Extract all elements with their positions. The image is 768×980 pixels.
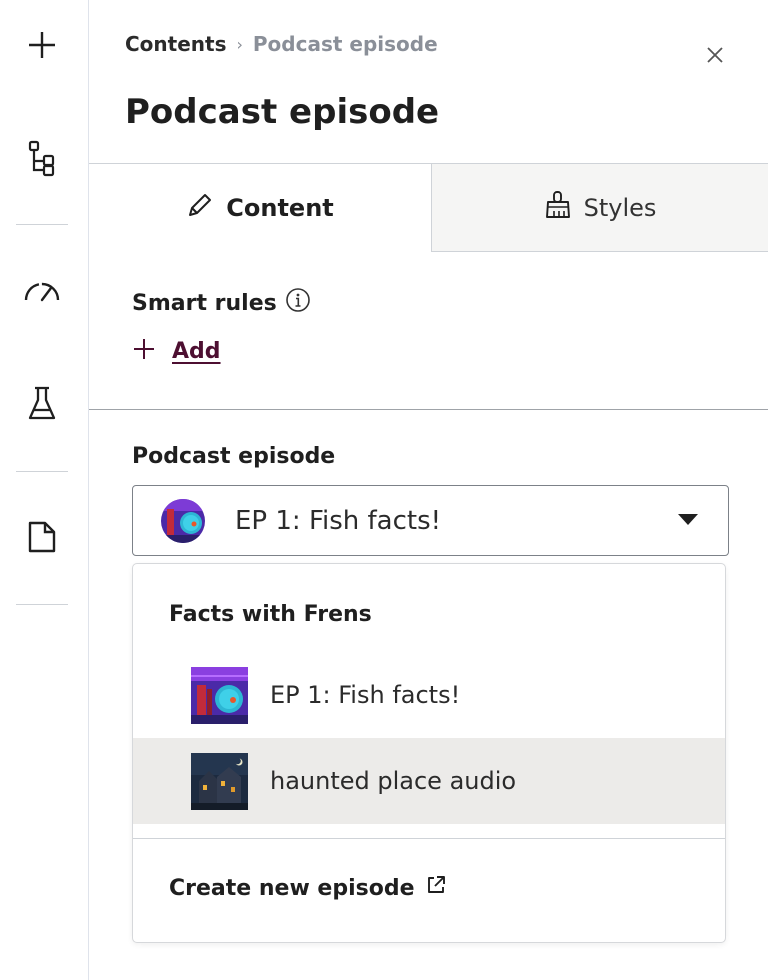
episode-field-label: Podcast episode — [132, 444, 336, 469]
smart-rules-label: Smart rules — [132, 290, 277, 316]
plus-icon[interactable] — [20, 23, 64, 67]
breadcrumb-current: Podcast episode — [252, 32, 438, 56]
episode-select-value: EP 1: Fish facts! — [235, 505, 442, 536]
page-title: Podcast episode — [125, 92, 440, 132]
plus-icon — [132, 337, 156, 365]
episode-thumbnail — [191, 752, 248, 810]
section-divider — [89, 409, 768, 410]
add-smart-rule-button[interactable]: Add — [132, 337, 221, 365]
dropdown-group-label: Facts with Frens — [169, 602, 372, 627]
close-icon[interactable] — [700, 40, 730, 70]
create-new-episode-label: Create new episode — [169, 875, 415, 901]
info-icon[interactable] — [285, 287, 311, 319]
tab-content-label: Content — [226, 194, 334, 222]
breadcrumb: Contents › Podcast episode — [125, 32, 438, 56]
caret-down-icon — [678, 514, 698, 525]
episode-dropdown-menu: Facts with Frens EP 1: Fish facts! haunt… — [132, 563, 726, 943]
breadcrumb-root-link[interactable]: Contents — [125, 32, 226, 56]
left-rail — [0, 0, 89, 980]
dropdown-option-label: EP 1: Fish facts! — [270, 681, 461, 709]
external-link-icon — [425, 874, 447, 902]
tab-bar: Content Styles — [89, 163, 768, 252]
dropdown-divider — [133, 838, 725, 839]
tab-styles[interactable]: Styles — [431, 164, 768, 252]
add-label: Add — [172, 338, 221, 364]
page-icon[interactable] — [20, 515, 64, 559]
rail-divider — [16, 224, 68, 225]
chevron-right-icon: › — [236, 34, 243, 54]
tab-content[interactable]: Content — [89, 164, 431, 252]
brush-icon — [544, 190, 572, 226]
dropdown-option-haunted-place[interactable]: haunted place audio — [133, 738, 725, 824]
flask-icon[interactable] — [20, 382, 64, 426]
create-new-episode-link[interactable]: Create new episode — [169, 874, 447, 902]
rail-divider — [16, 604, 68, 605]
smart-rules-heading: Smart rules — [132, 287, 311, 319]
episode-thumbnail — [161, 498, 205, 543]
gauge-icon[interactable] — [20, 270, 64, 314]
tree-icon[interactable] — [20, 137, 64, 181]
episode-thumbnail — [191, 666, 248, 724]
dropdown-option-label: haunted place audio — [270, 767, 517, 795]
episode-select[interactable]: EP 1: Fish facts! — [132, 485, 729, 556]
pencil-icon — [186, 191, 214, 225]
dropdown-option-fish-facts[interactable]: EP 1: Fish facts! — [133, 652, 725, 738]
tab-styles-label: Styles — [583, 193, 657, 222]
rail-divider — [16, 471, 68, 472]
